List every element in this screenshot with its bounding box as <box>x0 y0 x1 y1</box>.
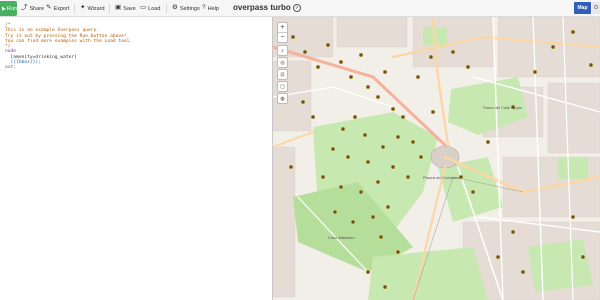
tab-data[interactable]: D <box>592 2 600 14</box>
wizard-label: Wizard <box>87 5 105 12</box>
info-icon[interactable]: ? <box>292 3 301 12</box>
share-label: Share <box>29 5 45 12</box>
small-park <box>558 157 588 179</box>
load-button[interactable]: ▭ Load <box>140 3 160 14</box>
help-button[interactable]: ? Help <box>202 3 219 14</box>
code-line: out; <box>5 65 17 71</box>
help-icon: ? <box>202 4 206 12</box>
layers-icon[interactable]: ◍ <box>277 93 288 104</box>
run-button[interactable]: ▶ Run <box>0 1 17 16</box>
app-title-text: overpass turbo <box>233 3 291 12</box>
map-label-oppio: Parco del Colle Oppio <box>483 105 523 110</box>
right-park <box>528 239 593 292</box>
search-icon[interactable]: ⌕ <box>277 45 288 56</box>
help-label: Help <box>207 5 219 12</box>
export-label: Export <box>53 5 70 12</box>
toolbar-divider <box>109 4 110 13</box>
folder-icon: ▭ <box>140 4 147 12</box>
toolbar-divider <box>166 4 167 13</box>
save-button[interactable]: ▣ Save <box>115 3 136 14</box>
toolbar-divider <box>74 4 75 13</box>
settings-button[interactable]: ⚙ Settings <box>172 3 200 14</box>
app-title: overpass turbo? <box>233 3 301 12</box>
locate-icon[interactable]: ◎ <box>277 57 288 68</box>
tab-map[interactable]: Map <box>574 2 591 14</box>
map-label-colosseo: Piazza del Colosseo <box>423 175 460 180</box>
zoom-out-button[interactable]: − <box>278 33 287 42</box>
zoom-data-icon[interactable]: ⊡ <box>277 69 288 80</box>
map-canvas[interactable]: Piazza del Colosseo Circo Massimo Parco … <box>273 17 600 300</box>
export-icon: ✎ <box>46 4 52 12</box>
export-button[interactable]: ✎ Export <box>46 3 69 14</box>
share-button[interactable]: ⤴ Share <box>21 3 44 14</box>
road-major <box>273 131 314 148</box>
wizard-button[interactable]: ✦ Wizard <box>80 3 105 14</box>
fullscreen-icon[interactable]: ▢ <box>277 81 288 92</box>
map-label-circo: Circo Massimo <box>328 235 355 240</box>
tab-map-label: Map <box>577 5 588 11</box>
zoom-control: + − <box>277 22 288 43</box>
gear-icon: ⚙ <box>172 4 178 12</box>
map-view[interactable]: Piazza del Colosseo Circo Massimo Parco … <box>273 17 600 300</box>
run-label: Run <box>6 5 17 12</box>
share-icon: ⤴ <box>21 4 28 12</box>
zoom-in-button[interactable]: + <box>278 23 287 33</box>
tab-data-label: D <box>594 5 598 11</box>
toolbar: ▶ Run ⤴ Share ✎ Export ✦ Wizard ▣ Save ▭… <box>0 0 600 17</box>
settings-label: Settings <box>179 5 200 12</box>
save-label: Save <box>123 5 136 12</box>
query-editor[interactable]: /* This is an example Overpass query. Tr… <box>0 17 272 300</box>
save-icon: ▣ <box>115 4 122 12</box>
play-icon: ▶ <box>2 5 6 12</box>
wand-icon: ✦ <box>80 4 86 12</box>
load-label: Load <box>148 5 161 12</box>
